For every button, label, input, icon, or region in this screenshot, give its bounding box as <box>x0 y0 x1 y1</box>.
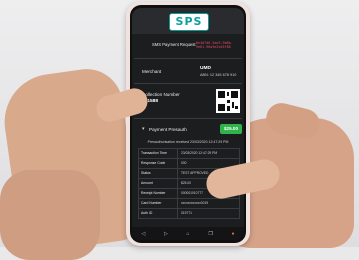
chevron-down-icon: ▾ <box>142 126 145 132</box>
row-key: Response Code <box>139 159 178 168</box>
collection-section: Collection Number 791588 <box>134 86 242 119</box>
request-title: SMS Payment Request <box>152 42 196 47</box>
home-icon[interactable]: ⌂ <box>187 231 190 237</box>
sps-logo: SPS <box>169 13 209 31</box>
payment-request-header: SMS Payment Request 6e4d7d6-5ae5-9b6b-9e… <box>134 38 242 59</box>
phone-screen: SPS SMS Payment Request 6e4d7d6-5ae5-9b6… <box>132 8 244 240</box>
request-id: 6e4d7d6-5ae5-9b6b-9e61-96a5e2e45f88 <box>196 41 233 50</box>
row-key: Card Number <box>139 199 178 208</box>
app-header: SPS <box>132 8 244 34</box>
table-row: Card Number xxxxxxxxxxxx0019 <box>139 199 239 209</box>
table-row: Transaction Time 23/03/2020 12:47:29 PM <box>139 149 239 159</box>
payment-label: Payment Presauth <box>149 127 187 132</box>
phone: SPS SMS Payment Request 6e4d7d6-5ae5-9b6… <box>126 2 250 246</box>
row-key: Transaction Time <box>139 149 178 158</box>
forward-icon[interactable]: ▷ <box>164 231 168 237</box>
table-row: Auth ID 019771 <box>139 209 239 218</box>
payment-presauth-header[interactable]: ▾ Payment Presauth $25.00 <box>134 122 242 138</box>
row-value: xxxxxxxxxxxx0019 <box>181 201 209 205</box>
presauth-note: Presauthorisation received 23/03/2020 12… <box>147 140 229 144</box>
brave-lion-icon[interactable]: ● <box>232 231 235 237</box>
merchant-section: Merchant UMD ABN: 12 345 678 910 <box>134 61 242 84</box>
row-key: Auth ID <box>139 209 178 218</box>
row-key: Status <box>139 169 178 178</box>
qr-code[interactable] <box>216 89 240 113</box>
row-value: 23/03/2020 12:47:29 PM <box>181 151 218 155</box>
tabs-icon[interactable]: ❐ <box>208 231 212 237</box>
merchant-name: UMD <box>200 66 211 71</box>
merchant-label: Merchant <box>142 69 162 74</box>
browser-nav-bar: ◁ ▷ ⌂ ❐ ● <box>132 227 244 240</box>
back-icon[interactable]: ◁ <box>141 231 145 237</box>
row-key: Receipt Number <box>139 189 178 198</box>
collection-label: Collection Number <box>142 92 180 97</box>
row-key: Amount <box>139 179 178 188</box>
row-value: 019771 <box>181 211 193 215</box>
merchant-abn: ABN: 12 345 678 910 <box>200 73 237 77</box>
payment-amount-badge: $25.00 <box>220 124 242 134</box>
